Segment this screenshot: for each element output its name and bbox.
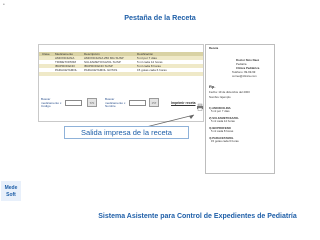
slide-footer: Sistema Asistente para Control de Expedi… (98, 213, 297, 220)
code-search-input[interactable] (65, 100, 82, 106)
printed-recipe: Receta Doctor Nico Daez Pediatra Clínica… (205, 44, 275, 174)
slide-title: Pestaña de la Receta (124, 13, 196, 22)
doc-item-dose: 15 gotas cada 6 horas (211, 139, 239, 143)
name-search-input[interactable] (129, 100, 146, 106)
recipe-window: Clave Medicamento Descripción Dosificaci… (38, 44, 204, 122)
printer-icon[interactable] (196, 98, 204, 111)
doc-rp: Rp. (209, 84, 216, 89)
doc-header: Receta (209, 46, 219, 50)
doc-date: Fecha: 19 de diciembre del 2003 (209, 90, 250, 94)
doc-item-dose: 5 ml cada 8 horas (211, 129, 234, 133)
next-button[interactable]: >> (149, 98, 159, 107)
doc-item-dose: 5 ml cada 12 horas (211, 119, 235, 123)
doc-item-dose: 5 ml por 7 días (211, 109, 230, 113)
top-mark: • (3, 2, 5, 8)
table-row[interactable] (39, 76, 203, 80)
doc-email: correo@clinica.com (232, 74, 257, 78)
print-caption: Salida impresa de la receta (64, 126, 189, 139)
search-by-code-label: Buscar medicamento x Código (41, 97, 62, 109)
svg-text:Soft: Soft (6, 192, 16, 198)
prev-button[interactable]: << (87, 98, 97, 107)
print-recipe-button[interactable]: Imprimir receta (171, 101, 196, 105)
doc-patient: Nombre: Ejemplo (209, 95, 231, 99)
svg-text:Mede: Mede (5, 185, 18, 191)
medesoft-logo: Mede Soft (1, 181, 21, 201)
search-by-name-label: Buscar medicamento x Nombre (105, 97, 126, 109)
